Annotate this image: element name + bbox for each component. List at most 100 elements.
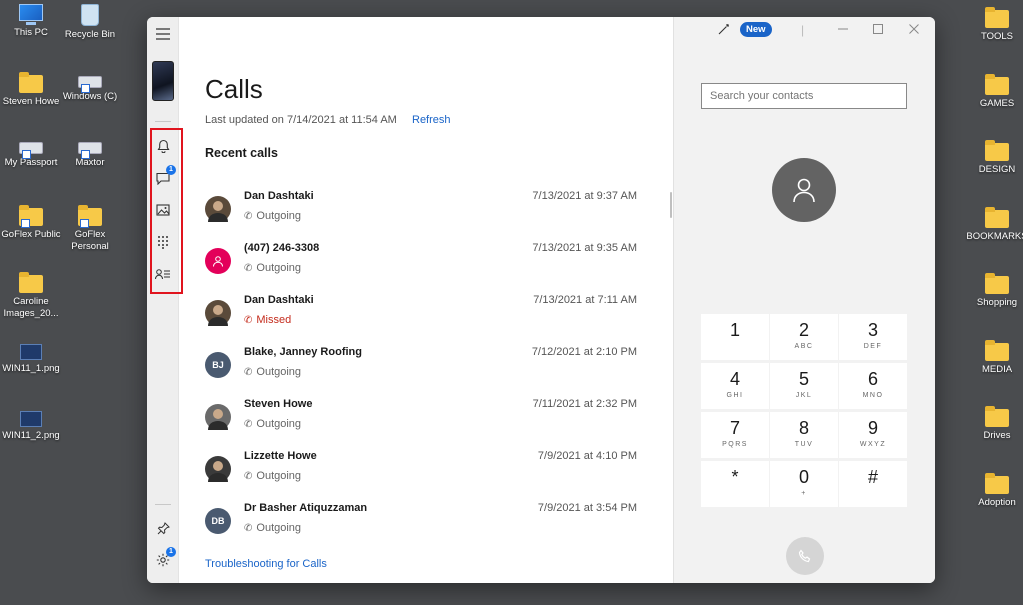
- dial-key-digit: 6: [867, 369, 878, 389]
- call-status-label: Outgoing: [256, 262, 302, 274]
- desktop-icon-label: Drives: [983, 430, 1011, 441]
- call-time: 7/13/2021 at 9:35 AM: [532, 242, 637, 254]
- desktop-icon-label: Caroline Images_20...: [3, 296, 59, 319]
- desktop-folder[interactable]: Drives: [965, 403, 1023, 442]
- desktop-icon[interactable]: Maxtor: [58, 136, 122, 169]
- close-icon[interactable]: [909, 23, 919, 37]
- dial-key-digit: *: [731, 467, 739, 487]
- desktop-icon[interactable]: Caroline Images_20...: [0, 270, 63, 320]
- page-title: Calls: [205, 74, 263, 104]
- dial-key[interactable]: 8 TUV: [770, 412, 838, 458]
- call-status: ✆ Outgoing: [244, 470, 301, 482]
- call-status-label: Outgoing: [256, 366, 302, 378]
- desktop-folder[interactable]: Shopping: [965, 270, 1023, 309]
- desktop-folder[interactable]: TOOLS: [965, 4, 1023, 43]
- desktop-icon-label: GoFlex Public: [1, 229, 61, 240]
- pin-icon[interactable]: [154, 519, 172, 537]
- desktop-icon[interactable]: My Passport: [0, 136, 63, 169]
- dial-key[interactable]: #: [839, 461, 907, 507]
- caller-avatar: [205, 404, 231, 430]
- call-row[interactable]: Dan Dashtaki ✆ Outgoing 7/13/2021 at 9:37 A…: [205, 190, 637, 238]
- caller-avatar: BJ: [205, 352, 231, 378]
- caller-avatar: [205, 456, 231, 482]
- folder-shortcut-icon: [78, 205, 102, 228]
- dial-key[interactable]: 3 DEF: [839, 314, 907, 360]
- caller-name: Blake, Janney Roofing: [244, 346, 362, 358]
- photo-avatar-icon: [208, 201, 228, 222]
- desktop-icon[interactable]: Recycle Bin: [58, 4, 122, 41]
- caller-avatar: [205, 196, 231, 222]
- desktop-icon-label: Shopping: [976, 297, 1018, 308]
- hamburger-menu-icon[interactable]: [154, 25, 172, 43]
- folder-icon: [985, 206, 1009, 228]
- minimize-icon[interactable]: [838, 23, 848, 37]
- call-status: ✆ Outgoing: [244, 522, 301, 534]
- desktop-icon[interactable]: GoFlex Public: [0, 203, 63, 241]
- call-status: ✆ Outgoing: [244, 418, 301, 430]
- dial-key[interactable]: 1: [701, 314, 769, 360]
- call-row[interactable]: Lizzette Howe ✆ Outgoing 7/9/2021 at 4:10 P…: [205, 450, 637, 498]
- dial-key[interactable]: 6 MNO: [839, 363, 907, 409]
- desktop-icon-label: GAMES: [979, 97, 1015, 109]
- dial-key[interactable]: 7 PQRS: [701, 412, 769, 458]
- troubleshooting-link[interactable]: Troubleshooting for Calls: [205, 558, 327, 570]
- folder-icon: [985, 7, 1009, 28]
- desktop-icon-label: TOOLS: [980, 31, 1014, 42]
- dial-key-digit: 3: [867, 320, 878, 340]
- call-row[interactable]: BJ Blake, Janney Roofing ✆ Outgoing 7/12/202…: [205, 346, 637, 394]
- desktop-icon-label: Adoption: [978, 496, 1016, 508]
- outgoing-call-icon: ✆: [244, 471, 253, 482]
- call-row[interactable]: (407) 246-3308 ✆ Outgoing 7/13/2021 at 9:35…: [205, 242, 637, 290]
- desktop-folder[interactable]: BOOKMARKS: [965, 204, 1023, 243]
- dial-key[interactable]: 9 WXYZ: [839, 412, 907, 458]
- rail-divider-bottom: [155, 504, 171, 505]
- call-row[interactable]: DB Dr Basher Atiquzzaman ✆ Outgoing 7/9/2021…: [205, 502, 637, 550]
- call-button[interactable]: [786, 537, 824, 575]
- desktop-folder[interactable]: Adoption: [965, 470, 1023, 509]
- nav-rail: 1 1: [147, 17, 179, 583]
- phone-wallpaper-thumbnail[interactable]: [152, 61, 174, 101]
- contact-search-input[interactable]: [701, 83, 907, 109]
- desktop-folder[interactable]: GAMES: [965, 71, 1023, 110]
- dial-key-digit: 0: [798, 467, 809, 487]
- desktop-icon-label: GoFlex Personal: [71, 229, 109, 252]
- desktop-folder[interactable]: MEDIA: [965, 337, 1023, 376]
- desktop-icon[interactable]: Steven Howe: [0, 70, 63, 108]
- dial-key[interactable]: *: [701, 461, 769, 507]
- dial-key-letters: +: [801, 490, 807, 497]
- call-row[interactable]: Steven Howe ✆ Outgoing 7/11/2021 at 2:32 PM: [205, 398, 637, 446]
- maximize-icon[interactable]: [873, 23, 883, 37]
- desktop-icon-label: WIN11_2.png: [2, 430, 60, 441]
- desktop-icon-label: This PC: [14, 27, 48, 38]
- caller-name: (407) 246-3308: [244, 242, 320, 254]
- call-row[interactable]: Dan Dashtaki ✆ Missed 7/13/2021 at 7:11 AM: [205, 294, 637, 342]
- dial-key-digit: #: [867, 467, 878, 487]
- folder-icon: [19, 72, 43, 93]
- outgoing-call-icon: ✆: [244, 419, 253, 430]
- paint-wand-icon[interactable]: [718, 23, 730, 38]
- call-status: ✆ Outgoing: [244, 210, 301, 222]
- call-status-label: Missed: [256, 314, 292, 326]
- caller-name: Steven Howe: [244, 398, 313, 410]
- dial-key[interactable]: 4 GHI: [701, 363, 769, 409]
- call-status: ✆ Outgoing: [244, 262, 301, 274]
- settings-gear-icon[interactable]: 1: [154, 547, 176, 569]
- desktop-icon[interactable]: Windows (C): [58, 70, 122, 103]
- desktop-icon[interactable]: WIN11_2.png: [0, 405, 63, 442]
- desktop-icon-label: BOOKMARKS: [966, 230, 1023, 242]
- dial-key[interactable]: 0 +: [770, 461, 838, 507]
- refresh-link[interactable]: Refresh: [412, 114, 451, 126]
- desktop-icon[interactable]: This PC: [0, 4, 63, 39]
- titlebar-divider: |: [801, 23, 805, 37]
- dial-key[interactable]: 5 JKL: [770, 363, 838, 409]
- rail-divider: [155, 121, 171, 122]
- person-icon: [793, 178, 815, 203]
- new-badge-button[interactable]: New: [740, 22, 772, 37]
- scrollbar-thumb[interactable]: [670, 192, 672, 218]
- desktop-folder[interactable]: DESIGN: [965, 137, 1023, 176]
- desktop-icon[interactable]: WIN11_1.png: [0, 338, 63, 375]
- photo-avatar-icon: [208, 409, 228, 430]
- desktop-icon[interactable]: GoFlex Personal: [58, 203, 122, 253]
- dial-key[interactable]: 2 ABC: [770, 314, 838, 360]
- caller-avatar: [205, 248, 231, 274]
